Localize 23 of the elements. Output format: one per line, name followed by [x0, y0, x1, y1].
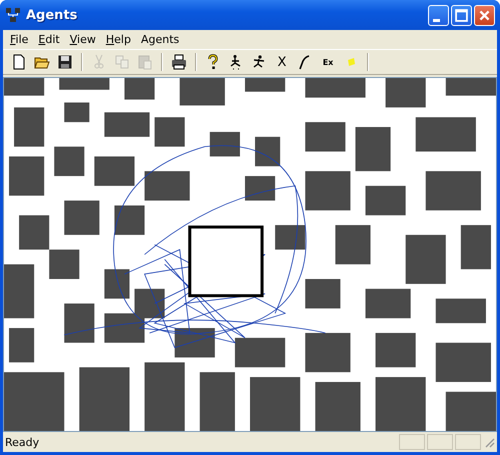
minimize-button[interactable]	[428, 4, 449, 26]
status-pane	[455, 434, 481, 450]
network-icon	[5, 7, 21, 23]
resize-grip-icon	[483, 436, 495, 448]
status-pane	[427, 434, 453, 450]
status-pane	[399, 434, 425, 450]
tool-button[interactable]: Ex	[317, 51, 339, 73]
page-icon	[11, 54, 27, 70]
stick-figure-icon	[251, 54, 267, 70]
menu-item[interactable]: View	[64, 33, 101, 46]
menu-item[interactable]: File	[5, 33, 34, 46]
maximize-button[interactable]	[451, 4, 472, 26]
menu-item[interactable]: Edit	[33, 33, 65, 46]
menu-item[interactable]: Agents	[136, 33, 184, 46]
minimize-icon	[433, 18, 440, 22]
status-text: Ready	[5, 436, 40, 448]
copy-icon	[114, 54, 130, 70]
window-title: Agents	[26, 8, 78, 22]
clipboard-icon	[137, 54, 153, 70]
printer-icon	[171, 54, 187, 70]
close-button[interactable]	[474, 4, 495, 26]
tool-button[interactable]: X	[271, 51, 293, 73]
menu-item[interactable]: Help	[100, 33, 136, 46]
